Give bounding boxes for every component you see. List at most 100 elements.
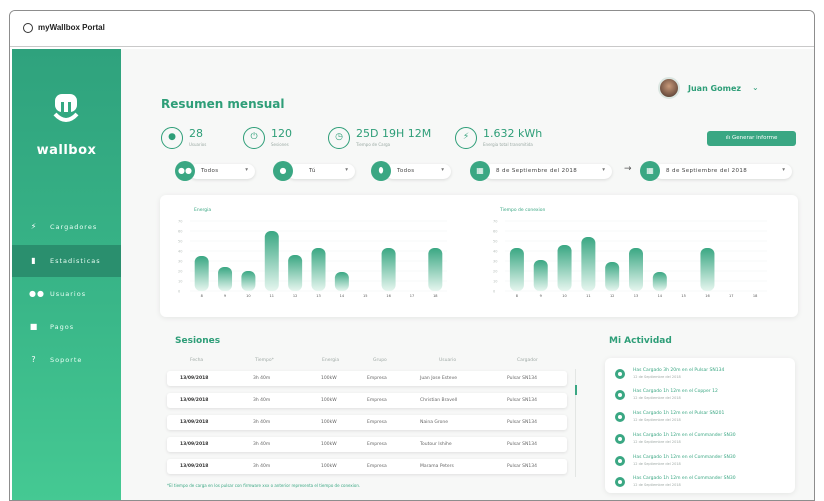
column-header-tiempo[interactable]: Tiempo* bbox=[255, 358, 274, 363]
stat-label: Sesiones bbox=[271, 142, 289, 147]
scrollbar-thumb[interactable] bbox=[575, 385, 577, 395]
cell-cargador: Pulsar SN134 bbox=[507, 398, 537, 403]
x-tick-label: 9 bbox=[540, 294, 542, 298]
y-tick-label: 30 bbox=[493, 260, 497, 264]
bar bbox=[311, 248, 326, 291]
activity-text: Has Cargado 1h 12m en el Commander SN30 bbox=[633, 433, 736, 438]
sessions-title: Sesiones bbox=[175, 336, 221, 346]
column-header-fecha[interactable]: Fecha bbox=[190, 358, 203, 363]
table-row[interactable]: 13/09/2018 3h 40m 100kW Empresa Juan Jos… bbox=[167, 371, 567, 386]
chevron-down-icon: ▾ bbox=[441, 167, 444, 173]
cell-usuario: Toutour Ishihe bbox=[420, 442, 452, 447]
sidebar-item-label: Estadisticas bbox=[50, 257, 101, 265]
x-tick-label: 18 bbox=[753, 294, 757, 298]
x-tick-label: 12 bbox=[293, 294, 297, 298]
stat-label: Tiempo de Carga bbox=[356, 142, 391, 147]
activity-title: Mi Actividad bbox=[609, 336, 672, 346]
y-tick-label: 10 bbox=[493, 280, 497, 284]
charge-icon bbox=[615, 369, 625, 379]
activity-date: 12 de Septiembre del 2018 bbox=[633, 375, 681, 379]
bar bbox=[700, 248, 715, 291]
bar-chart-icon: ▮ bbox=[31, 256, 37, 265]
x-tick-label: 10 bbox=[246, 294, 250, 298]
table-row[interactable]: 13/09/2018 3h 40m 100kW Empresa Christia… bbox=[167, 393, 567, 408]
x-tick-label: 12 bbox=[610, 294, 614, 298]
x-tick-label: 17 bbox=[729, 294, 733, 298]
x-tick-label: 9 bbox=[224, 294, 226, 298]
bar bbox=[605, 262, 620, 291]
wallet-icon: ■ bbox=[29, 322, 39, 331]
column-header-energia[interactable]: Energia bbox=[322, 358, 339, 363]
column-header-cargador[interactable]: Cargador bbox=[517, 358, 538, 363]
sidebar-item-usuarios[interactable]: ●● Usuarios bbox=[12, 278, 121, 310]
filter-box[interactable]: Todos ▾ bbox=[385, 164, 451, 179]
clock-icon: ◷ bbox=[328, 127, 350, 149]
window-title: myWallbox Portal bbox=[38, 23, 105, 32]
cell-tiempo: 3h 40m bbox=[253, 376, 271, 381]
activity-text: Has Cargado 1h 12m en el Copper 12 bbox=[633, 389, 718, 394]
stat-value: 1.632 kWh bbox=[483, 127, 543, 140]
column-header-grupo[interactable]: Grupo bbox=[373, 358, 387, 363]
arrow-right-icon: → bbox=[624, 164, 632, 174]
generate-report-button[interactable]: ılı Generar informe bbox=[707, 131, 796, 146]
activity-date: 12 de Septiembre del 2018 bbox=[633, 418, 681, 422]
cell-usuario: Juan Jose Esteve bbox=[420, 376, 457, 381]
wallbox-logo-text: wallbox bbox=[36, 143, 97, 158]
chart-card: Energia 70 60 50 40 30 20 10 0 8 9 10 11 12 13 14 15 16 17… bbox=[160, 195, 798, 317]
sidebar-item-cargadores[interactable]: ⚡ Cargadores bbox=[12, 211, 121, 243]
column-header-usuario[interactable]: Usuario bbox=[439, 358, 456, 363]
cell-grupo: Empresa bbox=[367, 464, 387, 469]
x-tick-label: 18 bbox=[433, 294, 437, 298]
cell-cargador: Pulsar SN134 bbox=[507, 420, 537, 425]
table-row[interactable]: 13/09/2018 3h 40m 100kW Empresa Toutour … bbox=[167, 437, 567, 452]
filter-box[interactable]: Tú ▾ bbox=[287, 164, 355, 179]
user-icon: ● bbox=[161, 127, 183, 149]
chevron-down-icon: ▾ bbox=[245, 167, 248, 173]
filter-box[interactable]: 8 de Septiembre del 2018 ▾ bbox=[654, 164, 792, 179]
y-tick-label: 70 bbox=[178, 220, 182, 224]
chevron-down-icon: ▾ bbox=[602, 167, 605, 173]
cell-fecha: 13/09/2018 bbox=[180, 398, 209, 403]
filter-box[interactable]: 8 de Septiembre del 2018 ▾ bbox=[484, 164, 612, 179]
bar bbox=[509, 248, 524, 291]
y-tick-label: 60 bbox=[493, 230, 497, 234]
bar bbox=[381, 248, 396, 291]
stat-label: Usuarios bbox=[189, 142, 207, 147]
calendar-icon: ▦ bbox=[470, 161, 490, 181]
x-tick-label: 10 bbox=[562, 294, 566, 298]
sidebar-item-soporte[interactable]: ? Soporte bbox=[12, 344, 121, 376]
cell-energia: 100kW bbox=[321, 420, 337, 425]
button-label: Generar informe bbox=[731, 135, 778, 141]
bar bbox=[288, 255, 303, 291]
y-tick-label: 0 bbox=[178, 290, 180, 294]
sidebar-item-label: Pagos bbox=[50, 323, 75, 331]
sidebar-item-estadisticas[interactable]: ▮ Estadisticas bbox=[12, 245, 121, 277]
cell-grupo: Empresa bbox=[367, 442, 387, 447]
window-circle-icon[interactable] bbox=[23, 23, 33, 33]
table-row[interactable]: 13/09/2018 3h 40m 100kW Empresa Naina Gr… bbox=[167, 415, 567, 430]
x-tick-label: 11 bbox=[586, 294, 590, 298]
user-icon: ● bbox=[273, 161, 293, 181]
page-title: Resumen mensual bbox=[161, 97, 285, 111]
filter-box[interactable]: Todos ▾ bbox=[189, 164, 255, 179]
filter-value: 8 de Septiembre del 2018 bbox=[666, 168, 748, 174]
y-tick-label: 20 bbox=[178, 270, 182, 274]
calendar-icon: ▦ bbox=[640, 161, 660, 181]
y-tick-label: 40 bbox=[178, 250, 182, 254]
activity-date: 12 de Septiembre del 2018 bbox=[633, 396, 681, 400]
filter-value: 8 de Septiembre del 2018 bbox=[496, 168, 578, 174]
stat-value: 25D 19H 12M bbox=[356, 127, 432, 140]
cell-energia: 100kW bbox=[321, 376, 337, 381]
charge-icon bbox=[615, 390, 625, 400]
y-tick-label: 50 bbox=[178, 240, 182, 244]
x-tick-label: 15 bbox=[681, 294, 685, 298]
x-tick-label: 14 bbox=[658, 294, 663, 298]
table-row[interactable]: 13/09/2018 3h 40m 100kW Empresa Marama P… bbox=[167, 459, 567, 474]
cell-usuario: Naina Grone bbox=[420, 420, 449, 425]
sidebar-item-pagos[interactable]: ■ Pagos bbox=[12, 311, 121, 343]
chevron-down-icon: ⌄ bbox=[752, 83, 759, 92]
y-tick-label: 20 bbox=[493, 270, 497, 274]
x-tick-label: 16 bbox=[386, 294, 390, 298]
sidebar: wallbox ⚡ Cargadores ▮ Estadisticas ●● U… bbox=[12, 49, 121, 500]
y-tick-label: 30 bbox=[178, 260, 182, 264]
